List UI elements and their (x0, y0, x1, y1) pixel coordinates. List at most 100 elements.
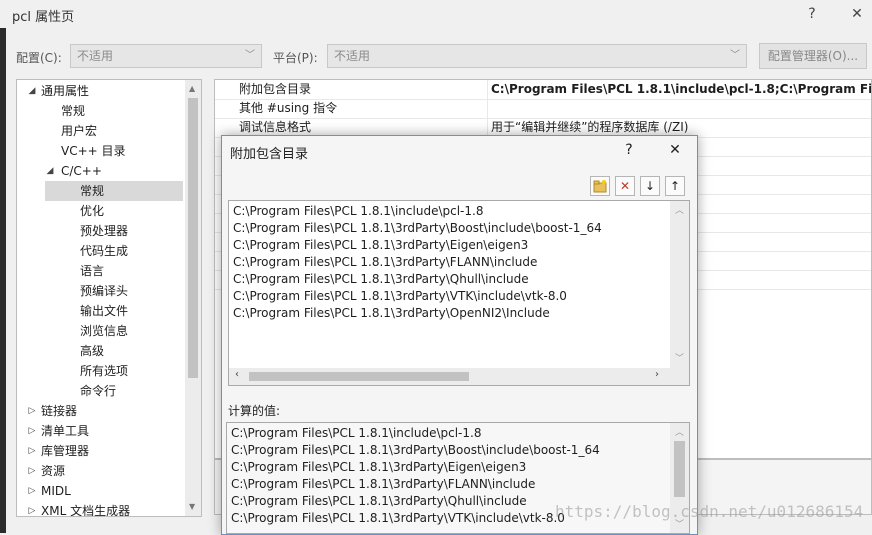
tree-scrollbar[interactable]: ▲ ▼ (185, 80, 201, 516)
collapsed-icon[interactable]: ▷ (27, 401, 37, 421)
new-folder-icon (593, 180, 607, 193)
help-button[interactable]: ? (797, 2, 827, 26)
tree-item[interactable]: 常规 (17, 101, 183, 121)
tree-item[interactable]: ▷ 库管理器 (17, 441, 183, 461)
move-up-button[interactable]: ↑ (665, 176, 685, 196)
computed-value-entry[interactable]: C:\Program Files\PCL 1.8.1\3rdParty\VTK\… (231, 510, 565, 527)
property-value: C:\Program Files\PCL 1.8.1\include\pcl-1… (491, 82, 872, 96)
tree-item-label: 语言 (80, 264, 105, 278)
list-hscrollbar[interactable]: ‹ › (229, 368, 689, 385)
column-divider (487, 80, 488, 99)
tree-item[interactable]: VC++ 目录 (17, 141, 183, 161)
tree-item[interactable]: 命令行 (17, 381, 183, 401)
tree-item[interactable]: ◢ 通用属性 (17, 81, 183, 101)
scroll-down-icon[interactable]: ▼ (189, 502, 195, 511)
tree-item-label: 所有选项 (80, 364, 129, 378)
tree-item-label: 高级 (80, 344, 105, 358)
computed-scroll-thumb[interactable] (674, 441, 685, 497)
computed-value-entry[interactable]: C:\Program Files\PCL 1.8.1\3rdParty\Qhul… (231, 493, 527, 510)
hscroll-thumb[interactable] (249, 372, 469, 381)
tree-item-label: 清单工具 (41, 424, 90, 438)
expanded-icon[interactable]: ◢ (27, 81, 37, 101)
tree-item[interactable]: 优化 (17, 201, 183, 221)
dialog-help-button[interactable]: ? (616, 138, 642, 162)
arrow-down-icon: ↓ (644, 179, 656, 193)
config-label: 配置(C): (16, 51, 62, 65)
delete-line-button[interactable]: ✕ (615, 176, 635, 196)
tree-item[interactable]: ▷ 资源 (17, 461, 183, 481)
tree-item-label: 输出文件 (80, 304, 129, 318)
tree-item[interactable]: 所有选项 (17, 361, 183, 381)
tree-scrollbar-thumb[interactable] (188, 98, 198, 378)
scroll-right-icon[interactable]: › (655, 369, 659, 380)
expanded-icon[interactable]: ◢ (45, 161, 55, 181)
computed-value-entry[interactable]: C:\Program Files\PCL 1.8.1\3rdParty\Boos… (231, 442, 600, 459)
platform-select[interactable]: 不适用 ﹀ (327, 44, 747, 68)
chevron-down-icon: ﹀ (245, 50, 255, 61)
scroll-up-icon[interactable]: ︿ (675, 425, 684, 438)
tree-item-label: 用户宏 (61, 124, 98, 138)
delete-icon: ✕ (619, 179, 631, 193)
close-window-button[interactable]: ✕ (842, 2, 872, 26)
collapsed-icon[interactable]: ▷ (27, 441, 37, 461)
tree-item[interactable]: ▷ 清单工具 (17, 421, 183, 441)
tree-item[interactable]: ◢ C/C++ (17, 161, 183, 181)
config-select[interactable]: 不适用 ﹀ (70, 44, 262, 68)
tree-item-label: VC++ 目录 (61, 144, 126, 158)
tree-item-label: 通用属性 (41, 84, 90, 98)
tree-item-label: 命令行 (80, 384, 117, 398)
scroll-left-icon[interactable]: ‹ (235, 369, 239, 380)
chevron-down-icon: ﹀ (730, 50, 740, 61)
scroll-up-icon[interactable]: ▲ (189, 84, 195, 93)
arrow-up-icon: ↑ (669, 179, 681, 193)
computed-value-entry[interactable]: C:\Program Files\PCL 1.8.1\3rdParty\Eige… (231, 459, 526, 476)
move-down-button[interactable]: ↓ (640, 176, 660, 196)
tree-item[interactable]: ▷ 链接器 (17, 401, 183, 421)
background-editor-strip (0, 28, 6, 533)
tree-item[interactable]: 语言 (17, 261, 183, 281)
include-dir-entry[interactable]: C:\Program Files\PCL 1.8.1\3rdParty\VTK\… (233, 288, 567, 305)
tree-item[interactable]: 预编译头 (17, 281, 183, 301)
config-manager-button[interactable]: 配置管理器(O)... (759, 43, 867, 69)
dialog-title: 附加包含目录 (230, 147, 309, 162)
include-dir-entry[interactable]: C:\Program Files\PCL 1.8.1\3rdParty\Open… (233, 305, 550, 322)
property-tree: ◢ 通用属性 常规 用户宏 VC++ 目录 ◢ C/C++ 常规 优化 预处理器 代码生成 语言 预编译… (16, 79, 202, 517)
column-divider (487, 99, 488, 118)
tree-item[interactable]: 预处理器 (17, 221, 183, 241)
include-dir-entry[interactable]: C:\Program Files\PCL 1.8.1\include\pcl-1… (233, 203, 483, 220)
list-vscrollbar[interactable]: ︿ ﹀ (670, 201, 689, 368)
tree-item-label: 常规 (80, 184, 105, 198)
tree-item-label: C/C++ (61, 164, 102, 178)
tree-item-label: 链接器 (41, 404, 78, 418)
tree-item[interactable]: ▷ XML 文档生成器 (17, 501, 183, 517)
include-dirs-list[interactable]: C:\Program Files\PCL 1.8.1\include\pcl-1… (228, 200, 690, 386)
collapsed-icon[interactable]: ▷ (27, 461, 37, 481)
include-dir-entry[interactable]: C:\Program Files\PCL 1.8.1\3rdParty\Boos… (233, 220, 602, 237)
tree-item[interactable]: 输出文件 (17, 301, 183, 321)
dialog-close-button[interactable]: ✕ (662, 138, 688, 162)
computed-value-entry[interactable]: C:\Program Files\PCL 1.8.1\include\pcl-1… (231, 425, 481, 442)
tree-item[interactable]: ▷ MIDL (17, 481, 183, 501)
property-row[interactable]: 附加包含目录 C:\Program Files\PCL 1.8.1\includ… (215, 80, 872, 100)
include-dir-entry[interactable]: C:\Program Files\PCL 1.8.1\3rdParty\Eige… (233, 237, 528, 254)
collapsed-icon[interactable]: ▷ (27, 421, 37, 441)
watermark-text: https://blog.csdn.net/u012686154 (555, 502, 864, 521)
include-dir-entry[interactable]: C:\Program Files\PCL 1.8.1\3rdParty\Qhul… (233, 271, 529, 288)
scroll-up-icon[interactable]: ︿ (675, 203, 684, 216)
collapsed-icon[interactable]: ▷ (27, 501, 37, 516)
platform-label: 平台(P): (273, 51, 318, 65)
tree-item[interactable]: 用户宏 (17, 121, 183, 141)
tree-item[interactable]: 常规 (45, 181, 183, 201)
property-row[interactable]: 其他 #using 指令 (215, 99, 871, 119)
computed-value-entry[interactable]: C:\Program Files\PCL 1.8.1\3rdParty\FLAN… (231, 476, 535, 493)
tree-item-label: 浏览信息 (80, 324, 129, 338)
new-line-button[interactable] (590, 176, 610, 196)
tree-item[interactable]: 浏览信息 (17, 321, 183, 341)
scroll-down-icon[interactable]: ﹀ (675, 351, 684, 364)
tree-item-label: MIDL (41, 484, 71, 498)
tree-item[interactable]: 高级 (17, 341, 183, 361)
include-dir-entry[interactable]: C:\Program Files\PCL 1.8.1\3rdParty\FLAN… (233, 254, 537, 271)
tree-item-label: XML 文档生成器 (41, 504, 131, 517)
tree-item[interactable]: 代码生成 (17, 241, 183, 261)
collapsed-icon[interactable]: ▷ (27, 481, 37, 501)
